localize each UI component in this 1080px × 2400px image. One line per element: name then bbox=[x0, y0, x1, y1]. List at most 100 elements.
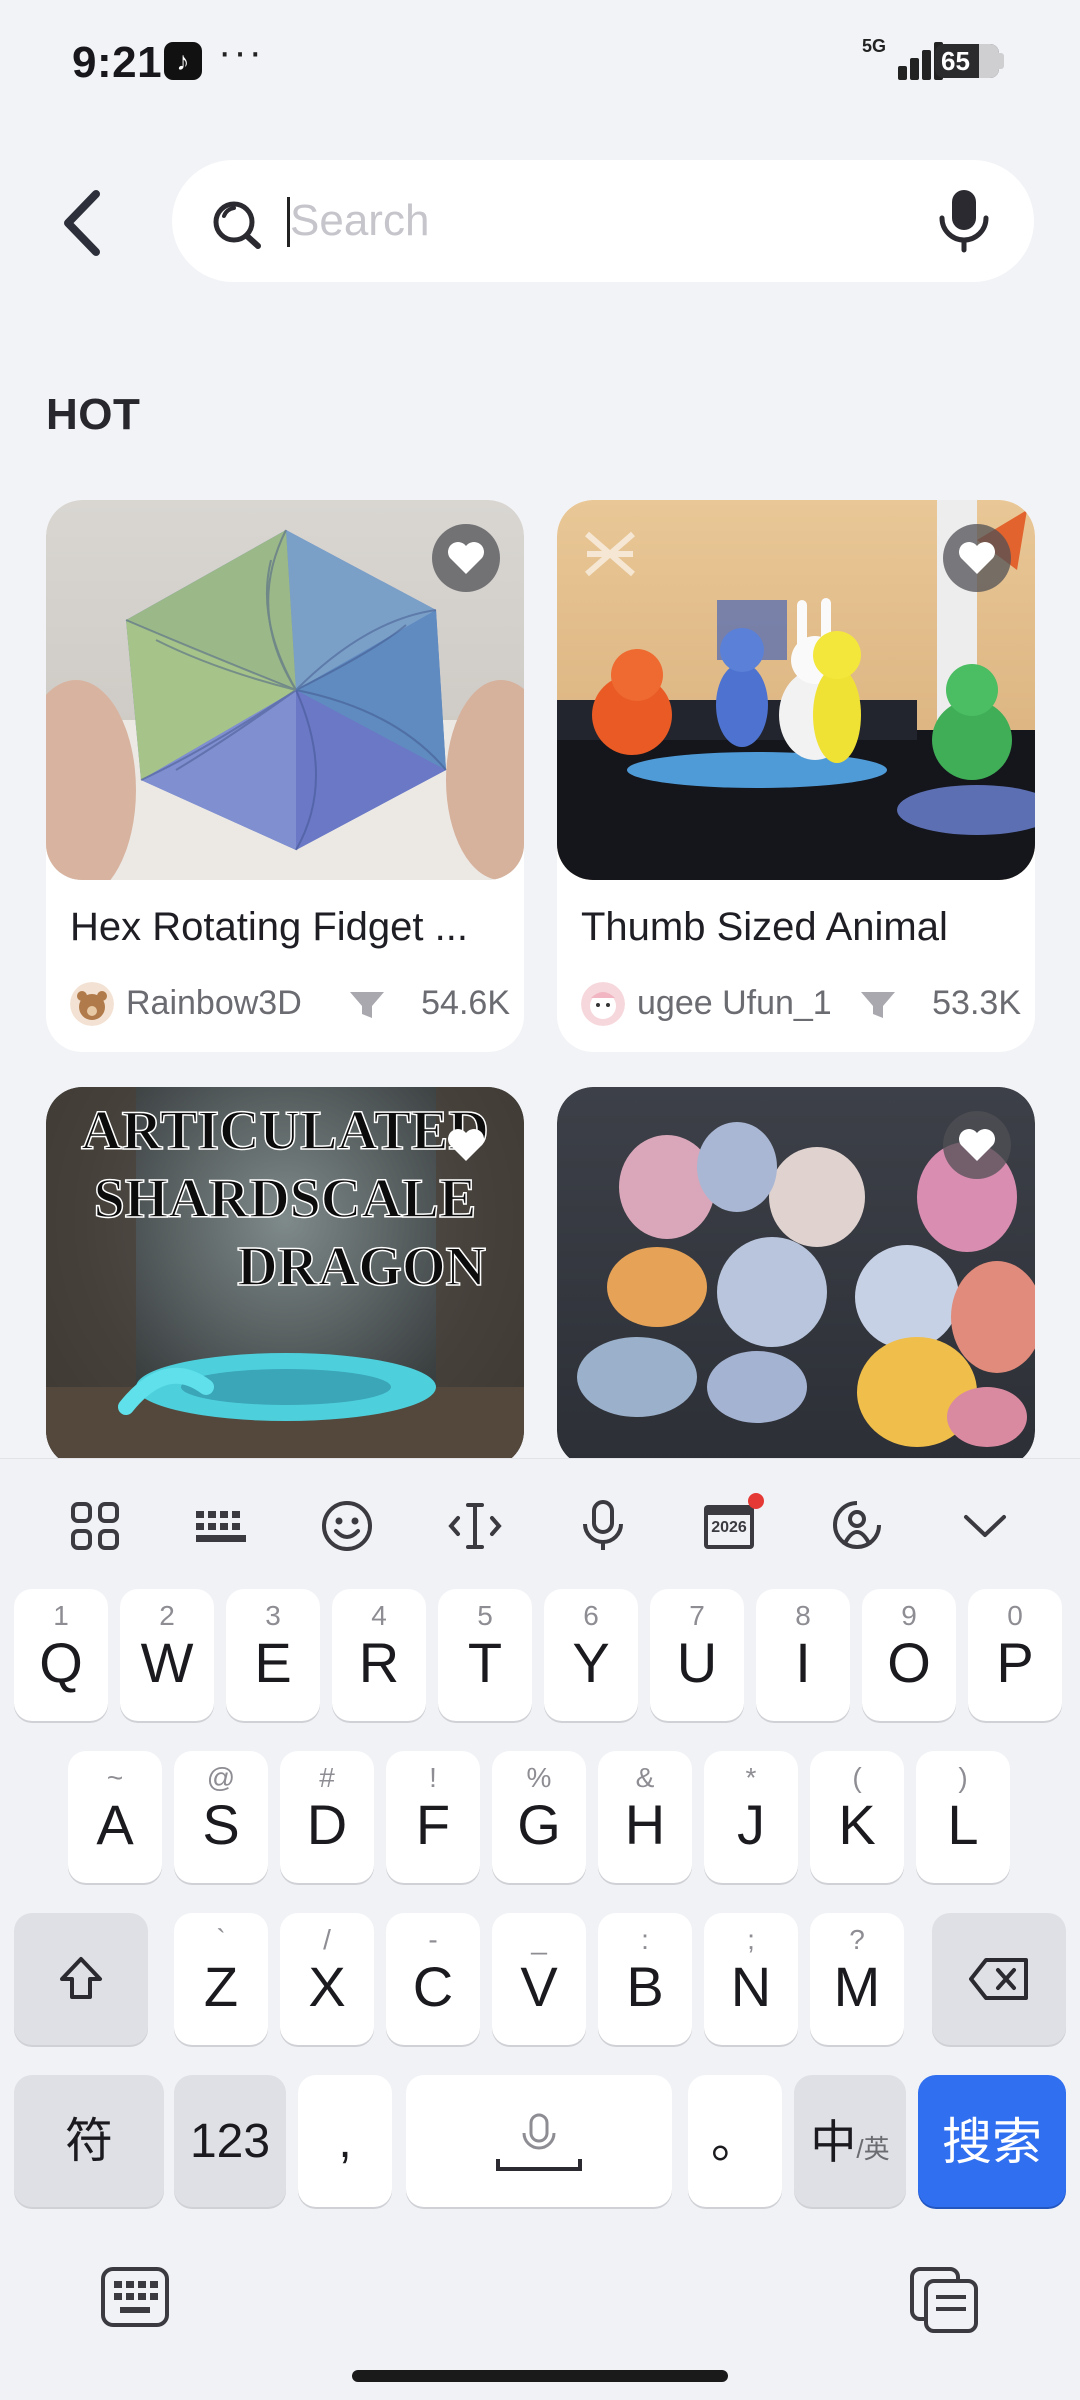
key-h[interactable]: & H bbox=[598, 1751, 692, 1883]
keyboard-layout-icon[interactable] bbox=[194, 1499, 248, 1553]
key-hint: % bbox=[526, 1762, 552, 1793]
search-submit-key[interactable]: 搜索 bbox=[918, 2075, 1066, 2207]
key-label: L bbox=[947, 1793, 979, 1856]
key-label: O bbox=[887, 1631, 931, 1694]
key-e[interactable]: 3E bbox=[226, 1589, 320, 1721]
author-name[interactable]: ugee Ufun_1 bbox=[637, 984, 832, 1023]
dragon-title-line2: SHARDSCALE bbox=[94, 1168, 477, 1230]
key-q[interactable]: 1Q bbox=[14, 1589, 108, 1721]
key-s[interactable]: @ S bbox=[174, 1751, 268, 1883]
downloads-icon bbox=[350, 992, 384, 1018]
voice-icon[interactable] bbox=[576, 1499, 630, 1553]
apps-grid-icon[interactable] bbox=[68, 1499, 122, 1553]
symbols-key[interactable]: 符 bbox=[14, 2075, 164, 2207]
key-x[interactable]: / X bbox=[280, 1913, 374, 2045]
emoji-icon[interactable] bbox=[320, 1499, 374, 1553]
key-hint: ! bbox=[429, 1762, 437, 1793]
key-a[interactable]: ~ A bbox=[68, 1751, 162, 1883]
model-card[interactable]: Hex Rotating Fidget ... Rainbow3D 54.6K bbox=[46, 500, 524, 1052]
author-avatar[interactable] bbox=[70, 982, 114, 1026]
key-b[interactable]: :B bbox=[598, 1913, 692, 2045]
home-indicator[interactable] bbox=[352, 2370, 728, 2382]
comma-key[interactable]: , bbox=[298, 2075, 392, 2207]
model-card[interactable]: ARTICULATED SHARDSCALE DRAGON bbox=[46, 1087, 524, 1467]
download-count: 54.6K bbox=[421, 984, 510, 1022]
key-label: D bbox=[306, 1793, 348, 1856]
key-t[interactable]: 5T bbox=[438, 1589, 532, 1721]
key-label: S bbox=[202, 1793, 240, 1856]
language-switch-key[interactable]: 中/英 bbox=[794, 2075, 906, 2207]
cursor-move-icon[interactable] bbox=[448, 1499, 502, 1553]
key-i[interactable]: 8I bbox=[756, 1589, 850, 1721]
space-key[interactable] bbox=[406, 2075, 672, 2207]
clipboard-icon[interactable] bbox=[908, 2265, 980, 2335]
key-j[interactable]: * J bbox=[704, 1751, 798, 1883]
model-card[interactable] bbox=[557, 1087, 1035, 1467]
key-hint: 4 bbox=[371, 1600, 387, 1631]
favorite-button[interactable] bbox=[432, 1111, 500, 1179]
back-arrow-icon[interactable] bbox=[56, 188, 106, 258]
key-hint: # bbox=[319, 1762, 335, 1793]
key-r[interactable]: 4R bbox=[332, 1589, 426, 1721]
numbers-key[interactable]: 123 bbox=[174, 2075, 286, 2207]
key-hint: * bbox=[745, 1762, 757, 1793]
switch-keyboard-icon[interactable] bbox=[100, 2265, 170, 2329]
key-label: U bbox=[676, 1631, 718, 1694]
calendar-2026-label: 2026 bbox=[711, 1519, 747, 1536]
lang-main: 中 bbox=[810, 2116, 857, 2168]
key-z[interactable]: ` Z bbox=[174, 1913, 268, 2045]
key-hint: ( bbox=[852, 1762, 862, 1793]
key-hint: 6 bbox=[583, 1600, 599, 1631]
calendar-2026-icon[interactable]: 2026 bbox=[702, 1493, 764, 1553]
download-count: 53.3K bbox=[932, 984, 1021, 1022]
network-type: 5G bbox=[862, 36, 887, 56]
key-hint: 8 bbox=[795, 1600, 811, 1631]
dragon-title-line1: ARTICULATED bbox=[81, 1100, 489, 1162]
key-k[interactable]: (K bbox=[810, 1751, 904, 1883]
model-meta: Rainbow3D 54.6K bbox=[70, 978, 510, 1028]
model-title[interactable]: Hex Rotating Fidget ... bbox=[70, 905, 500, 950]
microphone-icon[interactable] bbox=[934, 188, 994, 254]
key-label: K bbox=[838, 1793, 876, 1856]
key-hint: & bbox=[635, 1762, 655, 1793]
key-m[interactable]: ? M bbox=[810, 1913, 904, 2045]
key-y[interactable]: 6Y bbox=[544, 1589, 638, 1721]
key-n[interactable]: ; N bbox=[704, 1913, 798, 2045]
key-d[interactable]: # D bbox=[280, 1751, 374, 1883]
favorite-button[interactable] bbox=[943, 1111, 1011, 1179]
handwriting-icon[interactable] bbox=[830, 1499, 884, 1553]
period-key[interactable]: 。 bbox=[688, 2075, 782, 2207]
key-l[interactable]: ) L bbox=[916, 1751, 1010, 1883]
key-label: 。 bbox=[710, 2115, 759, 2168]
key-o[interactable]: 9O bbox=[862, 1589, 956, 1721]
key-u[interactable]: 7U bbox=[650, 1589, 744, 1721]
collapse-chevron-icon[interactable] bbox=[958, 1499, 1012, 1553]
more-notifications-icon: ··· bbox=[218, 30, 264, 74]
model-meta: ugee Ufun_1 53.3K bbox=[581, 978, 1021, 1028]
backspace-icon bbox=[969, 1958, 1028, 2000]
search-bar[interactable] bbox=[172, 160, 1034, 282]
favorite-button[interactable] bbox=[432, 524, 500, 592]
model-card[interactable]: Thumb Sized Animal ugee Ufun_1 53.3K bbox=[557, 500, 1035, 1052]
key-label: M bbox=[833, 1955, 881, 2018]
backspace-key[interactable] bbox=[932, 1913, 1066, 2045]
heart-icon bbox=[448, 1129, 484, 1161]
key-v[interactable]: _ V bbox=[492, 1913, 586, 2045]
key-hint: ) bbox=[958, 1762, 968, 1793]
key-label: 符 bbox=[64, 2115, 113, 2168]
key-f[interactable]: ! F bbox=[386, 1751, 480, 1883]
key-w[interactable]: 2W bbox=[120, 1589, 214, 1721]
key-label: R bbox=[358, 1631, 400, 1694]
model-title[interactable]: Thumb Sized Animal bbox=[581, 905, 1011, 950]
author-avatar[interactable] bbox=[581, 982, 625, 1026]
favorite-button[interactable] bbox=[943, 524, 1011, 592]
key-c[interactable]: -C bbox=[386, 1913, 480, 2045]
key-p[interactable]: 0P bbox=[968, 1589, 1062, 1721]
key-g[interactable]: % G bbox=[492, 1751, 586, 1883]
key-hint: @ bbox=[206, 1762, 236, 1793]
search-input[interactable] bbox=[290, 190, 890, 252]
heart-icon bbox=[959, 542, 995, 574]
shift-key[interactable] bbox=[14, 1913, 148, 2045]
key-hint: / bbox=[323, 1924, 331, 1955]
author-name[interactable]: Rainbow3D bbox=[126, 984, 302, 1023]
